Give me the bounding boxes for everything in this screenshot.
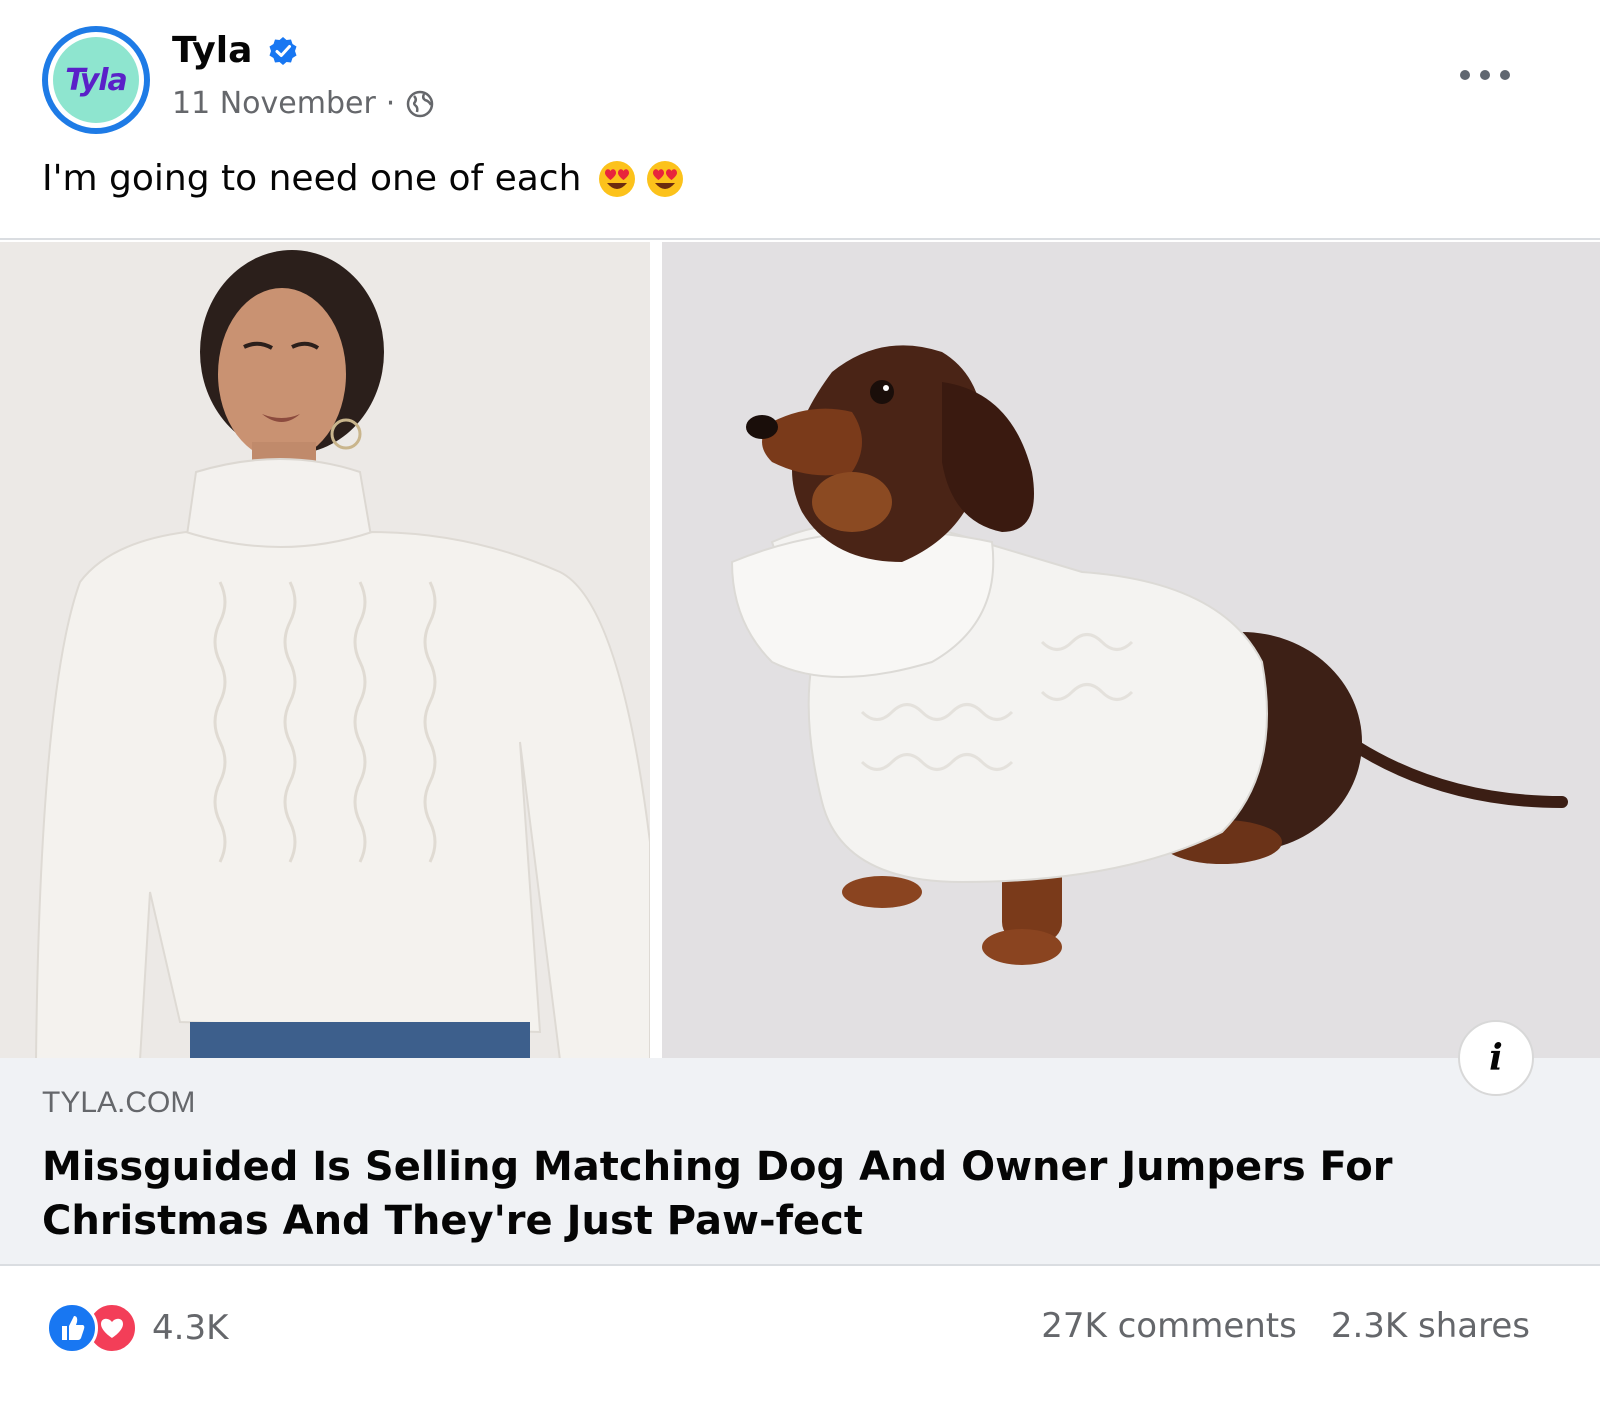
woman-in-white-jumper-photo[interactable] — [0, 242, 650, 1060]
globe-icon — [407, 90, 434, 117]
info-icon[interactable]: i — [1458, 1020, 1534, 1096]
heart-eyes-emoji-icon — [599, 160, 636, 197]
reaction-count: 4.3K — [152, 1308, 229, 1348]
dachshund-in-white-jumper-photo[interactable] — [662, 242, 1600, 1060]
link-headline[interactable]: Missguided Is Selling Matching Dog And O… — [42, 1140, 1422, 1248]
avatar-logo-text: Tyla — [65, 62, 128, 98]
post-caption: I'm going to need one of each — [42, 158, 685, 199]
caption-text: I'm going to need one of each — [42, 158, 582, 199]
verified-badge-icon — [269, 36, 297, 65]
media-divider — [650, 242, 662, 1060]
link-preview[interactable]: TYLA.COM Missguided Is Selling Matching … — [0, 1058, 1600, 1266]
engagement-bar: 4.3K 27K comments 2.3K shares — [0, 1266, 1600, 1407]
post-header: Tyla Tyla 11 November · — [0, 0, 1600, 150]
page-name-row: Tyla — [172, 30, 298, 71]
link-domain: TYLA.COM — [42, 1086, 196, 1119]
reactions-summary[interactable]: 4.3K — [46, 1302, 228, 1354]
more-options-icon[interactable] — [1460, 60, 1510, 90]
shares-count-link[interactable]: 2.3K shares — [1331, 1306, 1530, 1346]
like-reaction-icon — [46, 1302, 98, 1354]
meta-separator: · — [385, 86, 396, 121]
engagement-stats: 27K comments 2.3K shares — [1007, 1306, 1530, 1346]
post-date[interactable]: 11 November — [172, 86, 376, 121]
post-media[interactable] — [0, 238, 1600, 1060]
post-meta: 11 November · — [172, 86, 435, 121]
page-name-link[interactable]: Tyla — [172, 30, 252, 71]
page-avatar[interactable]: Tyla — [42, 26, 150, 134]
heart-eyes-emoji-icon — [647, 160, 684, 197]
comments-count-link[interactable]: 27K comments — [1041, 1306, 1297, 1346]
